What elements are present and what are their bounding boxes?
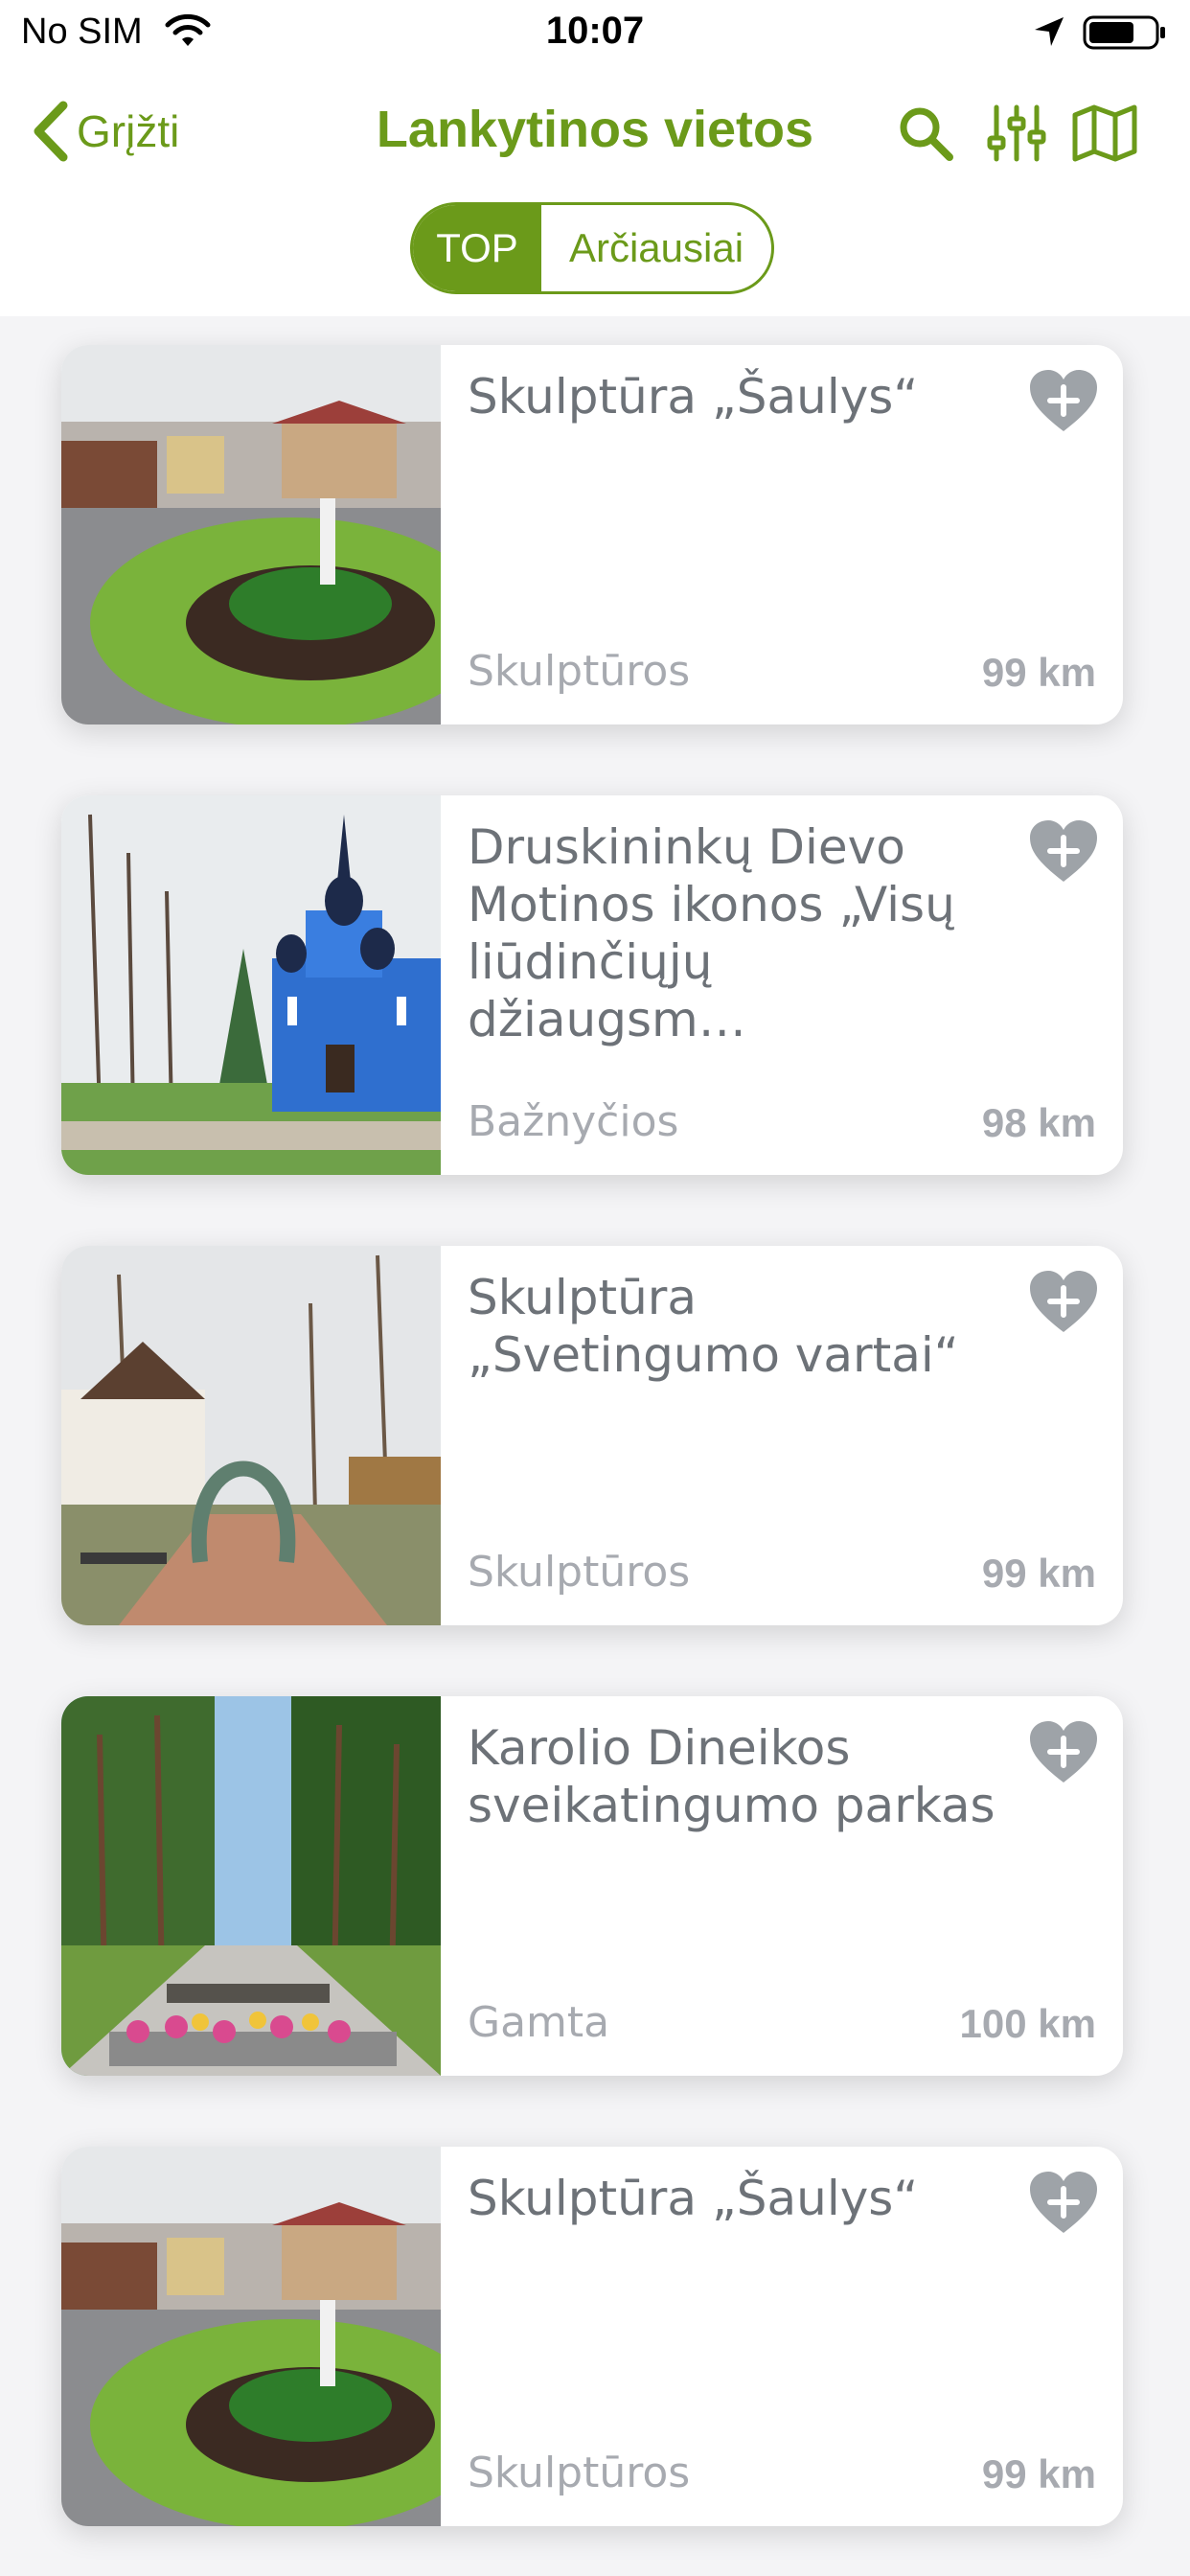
place-photo — [61, 1696, 441, 2076]
place-category: Skulptūros — [468, 647, 691, 696]
place-category: Bažnyčios — [468, 1097, 679, 1146]
heart-plus-icon[interactable] — [1027, 818, 1100, 886]
place-card[interactable]: Druskininkų Dievo Motinos ikonos „Visų l… — [61, 795, 1123, 1175]
place-title: Druskininkų Dievo Motinos ikonos „Visų l… — [468, 819, 955, 1047]
filter-sliders-icon[interactable] — [987, 104, 1046, 163]
place-distance: 98 km — [981, 1100, 1096, 1145]
place-photo — [61, 1246, 441, 1625]
battery-icon — [1083, 15, 1165, 50]
place-distance: 99 km — [981, 1551, 1096, 1596]
place-category: Skulptūros — [468, 2449, 691, 2497]
heart-plus-icon[interactable] — [1027, 1719, 1100, 1786]
search-icon[interactable] — [896, 104, 955, 163]
place-photo — [61, 795, 441, 1175]
heart-plus-icon[interactable] — [1027, 368, 1100, 435]
place-photo — [61, 2147, 441, 2526]
place-title: Skulptūra „Šaulys“ — [468, 2171, 919, 2226]
place-distance: 99 km — [981, 2451, 1096, 2496]
heart-plus-icon[interactable] — [1027, 1269, 1100, 1336]
segment-nearest[interactable]: Arčiausiai — [541, 205, 771, 291]
place-distance: 100 km — [959, 2001, 1096, 2046]
navigation-bar: Grįžti Lankytinos vietos — [0, 86, 1190, 182]
place-distance: 99 km — [981, 650, 1096, 695]
list-mode-segmented-control: TOP Arčiausiai — [410, 202, 774, 294]
place-card[interactable]: Karolio Dineikos sveikatingumo parkas Ga… — [61, 1696, 1123, 2076]
segment-top[interactable]: TOP — [413, 205, 541, 291]
clock: 10:07 — [545, 10, 645, 52]
location-arrow-icon — [1035, 17, 1064, 46]
place-title: Karolio Dineikos sveikatingumo parkas — [468, 1720, 995, 1833]
place-category: Gamta — [468, 1998, 610, 2047]
place-title: Skulptūra „Šaulys“ — [468, 369, 919, 425]
place-photo — [61, 345, 441, 724]
status-bar: No SIM 10:07 — [0, 0, 1190, 63]
place-card[interactable]: Skulptūra „Svetingumo vartai“ Skulptūros… — [61, 1246, 1123, 1625]
map-icon[interactable] — [1071, 104, 1138, 163]
place-title: Skulptūra „Svetingumo vartai“ — [468, 1270, 959, 1383]
heart-plus-icon[interactable] — [1027, 2170, 1100, 2237]
place-category: Skulptūros — [468, 1548, 691, 1597]
place-card[interactable]: Skulptūra „Šaulys“ Skulptūros 99 km — [61, 2147, 1123, 2526]
place-card[interactable]: Skulptūra „Šaulys“ Skulptūros 99 km — [61, 345, 1123, 724]
